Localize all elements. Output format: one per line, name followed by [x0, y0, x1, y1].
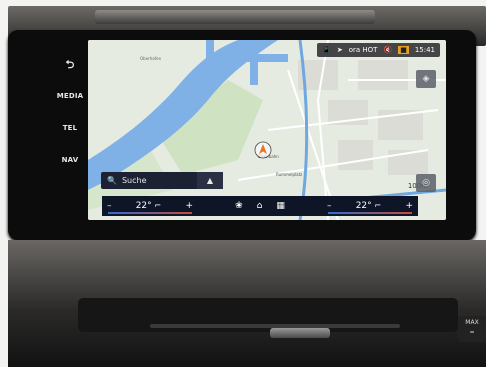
map-label-oberhafen: Oberhafen	[140, 56, 162, 61]
home-icon[interactable]: ⌂	[257, 201, 263, 211]
network-name: ora HOT	[348, 46, 378, 54]
map-settings-icon: ◎	[422, 178, 430, 188]
upper-vent	[95, 10, 375, 24]
mute-icon: 🔇	[383, 46, 393, 54]
back-button[interactable]: ⮌	[52, 56, 88, 75]
left-climate-zone: – 22° ⌐ +	[102, 196, 198, 216]
seat-heat-icon: ⌐	[374, 201, 382, 210]
location-icon: ➤	[336, 46, 343, 54]
seat-heat-icon: ⌐	[154, 201, 162, 210]
compass-button[interactable]: ◈	[416, 70, 436, 88]
apps-grid-icon[interactable]: ▦	[276, 201, 285, 211]
map-settings-button[interactable]: ◎	[416, 174, 436, 192]
max-label: MAX	[465, 319, 479, 326]
tel-button[interactable]: TEL	[52, 124, 88, 132]
left-temp-bar	[108, 212, 192, 214]
vent-knob[interactable]	[270, 328, 330, 338]
media-button[interactable]: MEDIA	[52, 92, 88, 100]
right-climate-zone: – 22° ⌐ +	[322, 196, 418, 216]
right-temp-down-button[interactable]: –	[327, 201, 332, 211]
notification-icon: ■	[398, 46, 409, 54]
nav-button[interactable]: NAV	[52, 156, 88, 164]
photo-frame: ⮌ MEDIA TEL NAV Oberhafen Eisenbahn Rumm…	[0, 0, 486, 367]
compass-icon: ◈	[422, 74, 430, 84]
navigation-map[interactable]: Oberhafen Eisenbahn Rummelplatz	[88, 40, 446, 220]
search-icon: 🔍	[107, 176, 117, 185]
defrost-icon: ≈	[469, 329, 475, 336]
status-bar: 📱 ➤ ora HOT 🔇 ■ 15:41	[317, 43, 440, 57]
phone-icon: 📱	[322, 46, 331, 54]
max-defrost-button[interactable]: MAX ≈	[458, 316, 486, 342]
left-temp-up-button[interactable]: +	[185, 201, 193, 211]
left-temp-down-button[interactable]: –	[107, 201, 112, 211]
search-expand-button[interactable]: ▲	[197, 172, 223, 189]
infotainment-screen: Oberhafen Eisenbahn Rummelplatz 📱 ➤ ora …	[88, 40, 446, 220]
vehicle-position-icon	[254, 141, 272, 159]
right-temp-bar	[328, 212, 412, 214]
right-temperature: 22° ⌐	[355, 201, 382, 211]
back-icon: ⮌	[65, 58, 75, 71]
search-field[interactable]: 🔍 Suche ▲	[101, 172, 223, 189]
right-temp-up-button[interactable]: +	[405, 201, 413, 211]
fan-icon[interactable]: ❀	[235, 201, 243, 211]
search-placeholder: Suche	[121, 176, 147, 185]
status-pill: 📱 ➤ ora HOT 🔇 ■ 15:41	[317, 43, 440, 57]
map-label-rummelplatz: Rummelplatz	[276, 172, 302, 177]
chevron-up-icon: ▲	[206, 176, 214, 185]
clock: 15:41	[414, 46, 435, 54]
left-temperature: 22° ⌐	[135, 201, 162, 211]
climate-bar: – 22° ⌐ + ❀ ⌂ ▦ – 22° ⌐ +	[102, 196, 418, 216]
climate-center-controls: ❀ ⌂ ▦	[198, 201, 322, 211]
